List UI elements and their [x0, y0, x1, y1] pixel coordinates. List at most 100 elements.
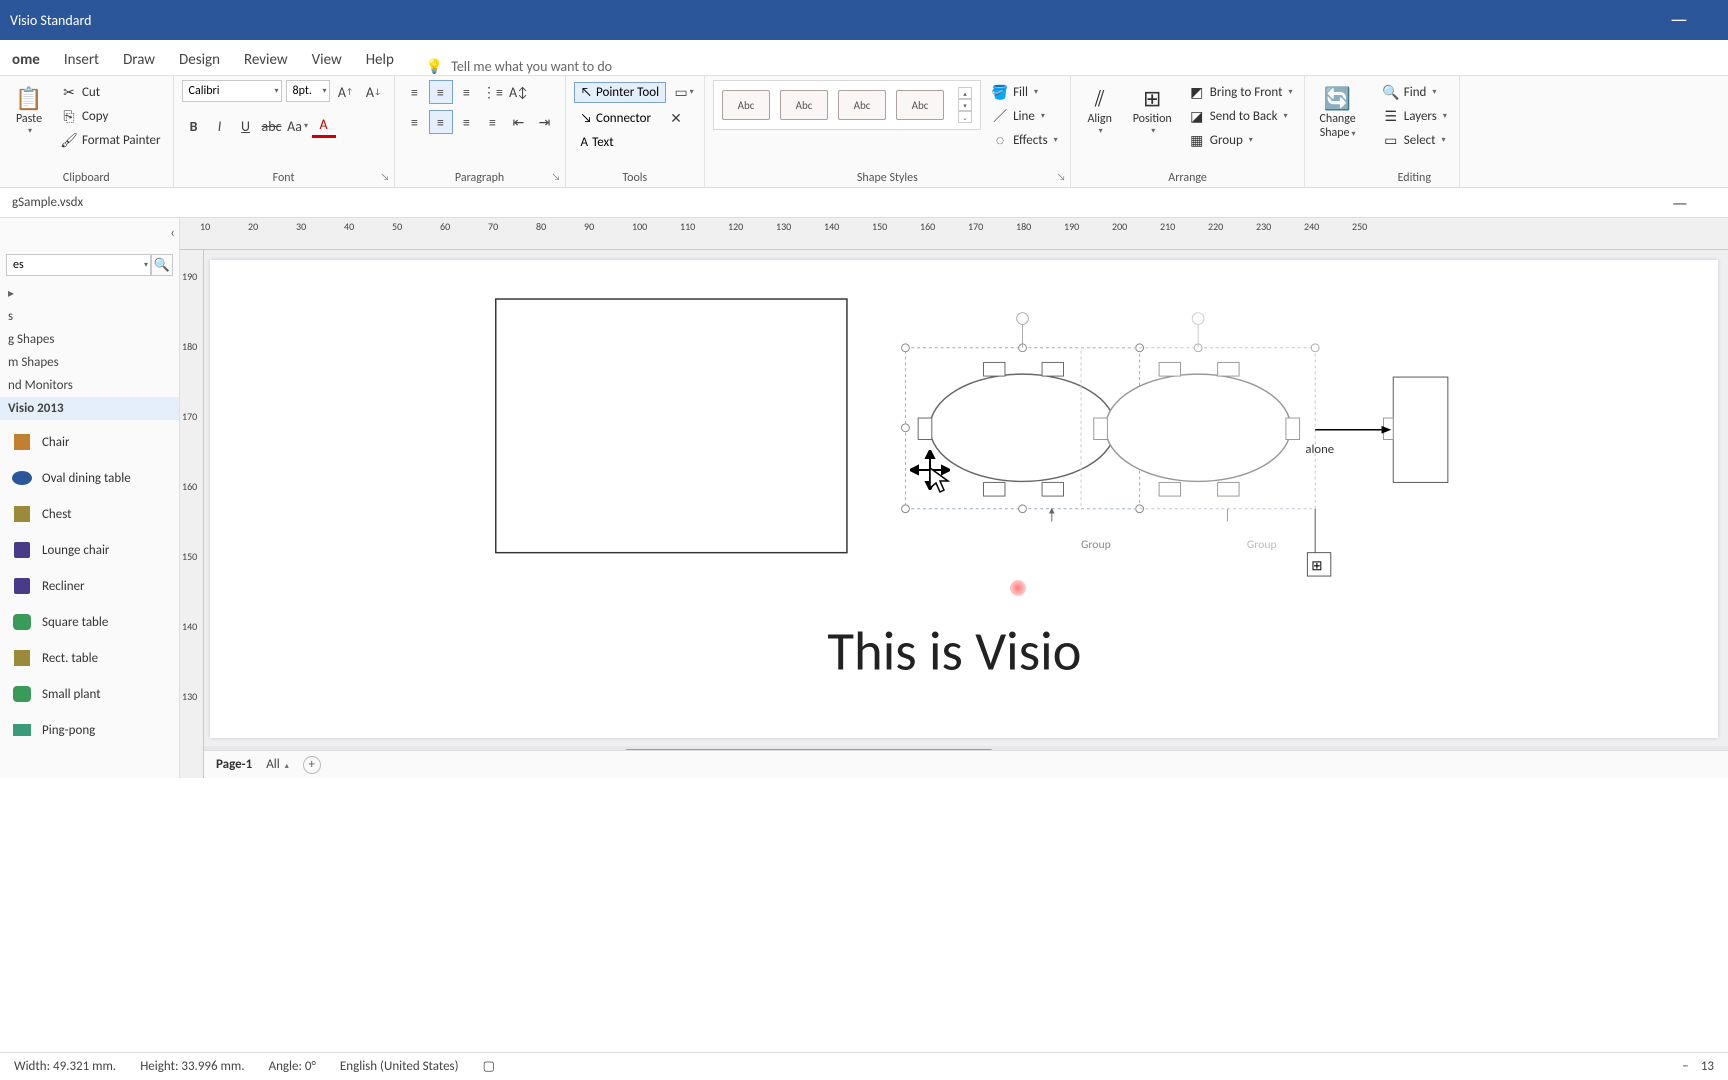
ruler-tick-label: 190: [1064, 220, 1079, 233]
page-tab-all[interactable]: All ▴: [266, 757, 288, 772]
tab-review[interactable]: Review: [232, 45, 300, 75]
bullets-button[interactable]: ⋮≡: [481, 80, 505, 104]
text-tool-button[interactable]: AText: [574, 132, 621, 153]
title-text[interactable]: This is Visio: [827, 618, 1081, 685]
tab-view[interactable]: View: [300, 45, 354, 75]
rect-shape[interactable]: [496, 299, 847, 553]
paste-button[interactable]: 📋 Paste ▾: [8, 80, 50, 140]
delete-tool-button[interactable]: ✕: [664, 106, 688, 130]
increase-indent-button[interactable]: ⇥: [533, 110, 557, 134]
align-middle-button[interactable]: ≡: [429, 80, 453, 104]
copy-button[interactable]: ⎘Copy: [56, 104, 165, 128]
more-shapes-expand[interactable]: ▸: [0, 282, 179, 305]
minimize-button[interactable]: —: [1670, 8, 1688, 32]
tab-home[interactable]: ome: [0, 45, 52, 75]
ruler-tick-label: 10: [200, 220, 210, 233]
decrease-font-button[interactable]: A↓: [362, 80, 386, 104]
shapes-search-combo[interactable]: es▾: [6, 254, 151, 276]
status-language[interactable]: English (United States): [340, 1059, 459, 1074]
stencil-item[interactable]: s: [0, 305, 179, 328]
rect-tool-button[interactable]: ▭▾: [672, 80, 696, 104]
strike-button[interactable]: abc: [260, 114, 284, 138]
add-page-button[interactable]: +: [303, 756, 321, 774]
stencil-item-active[interactable]: Visio 2013: [0, 397, 179, 420]
doc-minimize-button[interactable]: —: [1672, 192, 1688, 214]
style-gallery[interactable]: Abc Abc Abc Abc ▴▾⌄: [713, 80, 981, 130]
tell-me-search[interactable]: 💡 Tell me what you want to do: [426, 58, 612, 75]
tab-design[interactable]: Design: [167, 45, 232, 75]
tab-help[interactable]: Help: [354, 45, 406, 75]
italic-button[interactable]: I: [208, 114, 232, 138]
shape-list-item[interactable]: Rect. table: [0, 640, 179, 676]
selected-group[interactable]: [902, 313, 1144, 513]
shape-list-item[interactable]: Chest: [0, 496, 179, 532]
drawing-page[interactable]: Group Group: [210, 260, 1718, 738]
small-rect-shape[interactable]: [1393, 377, 1448, 482]
align-right-button[interactable]: ≡: [455, 110, 479, 134]
font-dialog-launcher[interactable]: ↘: [381, 170, 390, 183]
change-shape-button[interactable]: 🔄 Change Shape▾: [1313, 80, 1361, 144]
shapes-search-button[interactable]: 🔍: [151, 254, 173, 276]
style-item-2[interactable]: Abc: [780, 90, 828, 120]
shape-styles-dialog-launcher[interactable]: ↘: [1057, 170, 1066, 183]
paragraph-dialog-launcher[interactable]: ↘: [552, 170, 561, 183]
shape-list-item[interactable]: Small plant: [0, 676, 179, 712]
fill-button[interactable]: 🪣Fill▾: [987, 80, 1062, 104]
align-top-button[interactable]: ≡: [403, 80, 427, 104]
align-left-button[interactable]: ≡: [403, 110, 427, 134]
oval-table-2[interactable]: [1081, 313, 1319, 509]
align-button[interactable]: ⫽Align▾: [1079, 80, 1121, 140]
increase-font-button[interactable]: A↑: [334, 80, 358, 104]
justify-button[interactable]: ≡: [481, 110, 505, 134]
underline-button[interactable]: U: [234, 114, 258, 138]
effects-button[interactable]: ◌Effects▾: [987, 128, 1062, 152]
macro-record-icon[interactable]: ▢: [483, 1059, 495, 1074]
workspace: ‹ es▾ 🔍 ▸ s g Shapes m Shapes nd Monitor…: [0, 218, 1728, 778]
shape-list-item[interactable]: Lounge chair: [0, 532, 179, 568]
connector-tool-button[interactable]: ↘Connector: [574, 108, 659, 129]
style-item-1[interactable]: Abc: [722, 90, 770, 120]
select-button[interactable]: ▭Select▾: [1378, 128, 1451, 152]
change-case-button[interactable]: Aa▾: [286, 114, 310, 138]
shape-list-item[interactable]: Recliner: [0, 568, 179, 604]
line-button[interactable]: ／Line▾: [987, 104, 1062, 128]
send-back-button[interactable]: ◪Send to Back▾: [1184, 104, 1297, 128]
font-name-combo[interactable]: Calibri▾: [182, 80, 282, 102]
stencil-item[interactable]: nd Monitors: [0, 374, 179, 397]
align-bottom-button[interactable]: ≡: [455, 80, 479, 104]
pointer-tool-button[interactable]: ↖Pointer Tool: [574, 82, 667, 103]
document-tab[interactable]: gSample.vsdx: [4, 191, 91, 214]
shape-list-item[interactable]: Oval dining table: [0, 460, 179, 496]
style-item-3[interactable]: Abc: [838, 90, 886, 120]
horizontal-ruler: 1020304050607080901001101201301401501601…: [180, 218, 1728, 250]
ruler-tick-label: 230: [1256, 220, 1271, 233]
shape-list-item[interactable]: Ping-pong: [0, 712, 179, 748]
stencil-item[interactable]: m Shapes: [0, 351, 179, 374]
gallery-scroll[interactable]: ▴▾⌄: [958, 87, 972, 123]
stencil-item[interactable]: g Shapes: [0, 328, 179, 351]
layers-button[interactable]: ☰Layers▾: [1378, 104, 1451, 128]
bold-button[interactable]: B: [182, 114, 206, 138]
group-button[interactable]: ▦Group▾: [1184, 128, 1297, 152]
tab-draw[interactable]: Draw: [111, 45, 167, 75]
position-button[interactable]: ⊞Position▾: [1127, 80, 1178, 140]
shape-icon: [10, 718, 34, 742]
shape-list-item[interactable]: Square table: [0, 604, 179, 640]
bring-front-button[interactable]: ◩Bring to Front▾: [1184, 80, 1297, 104]
zoom-out-button[interactable]: −: [1682, 1059, 1688, 1074]
page-tab-1[interactable]: Page-1: [216, 757, 252, 772]
font-color-button[interactable]: A: [312, 114, 336, 138]
style-item-4[interactable]: Abc: [896, 90, 944, 120]
cut-button[interactable]: ✂Cut: [56, 80, 165, 104]
decrease-indent-button[interactable]: ⇤: [507, 110, 531, 134]
find-button[interactable]: 🔍Find▾: [1378, 80, 1451, 104]
shape-list-item[interactable]: Chair: [0, 424, 179, 460]
format-painter-button[interactable]: 🖌Format Painter: [56, 128, 165, 152]
text-direction-button[interactable]: A↕: [507, 80, 531, 104]
font-size-combo[interactable]: 8pt.▾: [286, 80, 330, 102]
align-center-button[interactable]: ≡: [429, 110, 453, 134]
panel-collapse-button[interactable]: ‹: [170, 224, 175, 241]
ruler-tick-label: 100: [632, 220, 647, 233]
tab-insert[interactable]: Insert: [52, 45, 111, 75]
shape-name: Lounge chair: [42, 543, 109, 558]
